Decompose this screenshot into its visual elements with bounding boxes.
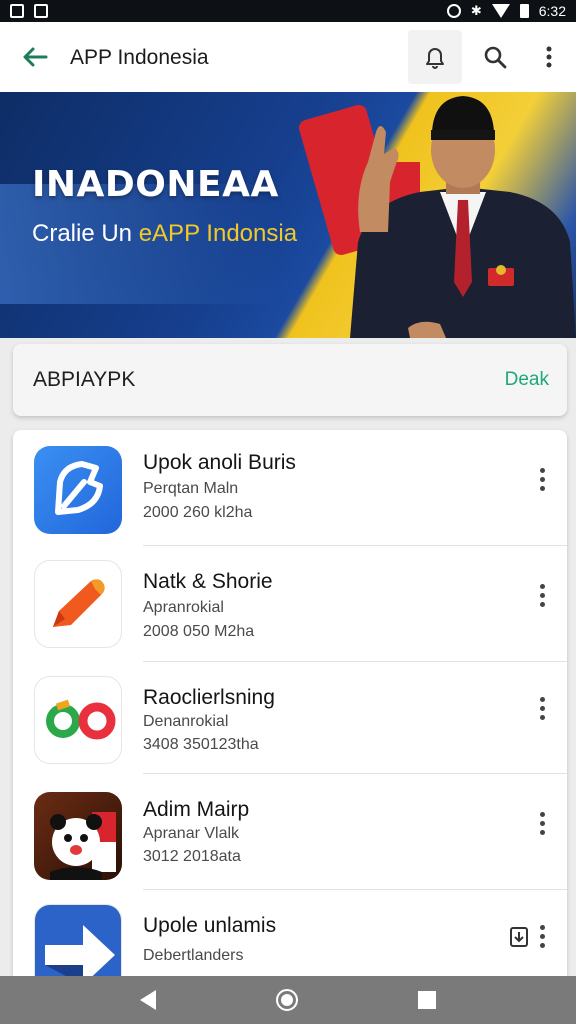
app-developer: Denanrokial	[143, 713, 229, 730]
more-vert-icon	[539, 811, 545, 817]
app-name: Adim Mairp	[143, 798, 250, 821]
more-vert-icon	[539, 583, 545, 589]
list-item[interactable]: Upole unlamis Debertlanders	[13, 890, 567, 990]
banner-subtitle-prefix: Cralie Un	[32, 220, 139, 247]
app-developer: Perqtan Maln	[143, 480, 239, 497]
app-list: Upok anoli Buris Perqtan Maln 2000 260 k…	[13, 430, 567, 990]
item-more-button[interactable]	[531, 688, 553, 728]
search-action-button[interactable]: Deak	[505, 369, 549, 391]
nav-back-icon[interactable]	[140, 990, 156, 1010]
rings-logo-icon	[46, 699, 116, 740]
nav-recents-icon[interactable]	[418, 991, 436, 1009]
app-icon-rings	[34, 676, 122, 764]
nav-home-icon[interactable]	[276, 989, 298, 1011]
more-vert-icon	[539, 924, 545, 930]
notifications-button[interactable]	[408, 30, 462, 84]
more-vert-icon	[539, 696, 545, 702]
page-title: APP Indonesia	[70, 46, 209, 69]
arrow-left-icon	[23, 47, 48, 67]
banner-subtitle: Cralie Un eAPP Indonsia	[32, 220, 297, 248]
list-item[interactable]: Upok anoli Buris Perqtan Maln 2000 260 k…	[13, 430, 567, 546]
banner-subtitle-suffix: Indonsia	[199, 220, 298, 247]
item-more-button[interactable]	[531, 575, 553, 615]
item-more-button[interactable]	[531, 803, 553, 843]
promo-banner[interactable]: INADONEAA Cralie Un eAPP Indonsia	[0, 92, 576, 338]
pencil-icon	[53, 579, 105, 627]
search-button[interactable]	[468, 30, 522, 84]
alarm-icon	[446, 4, 461, 18]
app-name: Upok anoli Buris	[143, 451, 296, 474]
search-bar[interactable]: ABPIAYPK Deak	[13, 344, 567, 416]
app-bar: APP Indonesia	[0, 22, 576, 92]
list-item[interactable]: Natk & Shorie Apranrokial 2008 050 M2ha	[13, 546, 567, 662]
app-name: Natk & Shorie	[143, 570, 273, 593]
presenter-image	[350, 96, 576, 338]
bear-mascot-icon	[50, 812, 116, 880]
item-more-button[interactable]	[531, 916, 553, 956]
back-button[interactable]	[0, 22, 70, 92]
app-developer: Apranar Vlalk	[143, 825, 240, 842]
wifi-icon	[491, 4, 510, 18]
status-time: 6:32	[538, 3, 566, 19]
app-icon-pencil	[34, 560, 122, 648]
app-meta: 3408 350123tha	[143, 736, 259, 753]
app-meta: 3012 2018ata	[143, 848, 241, 865]
app-name: Upole unlamis	[143, 914, 277, 937]
app-icon-blue	[34, 446, 122, 534]
item-more-button[interactable]	[531, 459, 553, 499]
list-item[interactable]: Adim Mairp Apranar Vlalk 3012 2018ata	[13, 774, 567, 890]
status-bar: ✱ 6:32	[0, 0, 576, 22]
install-icon[interactable]	[509, 924, 531, 948]
app-name: Raoclierlsning	[143, 686, 275, 709]
chat-leaf-icon	[55, 461, 103, 515]
more-vert-icon	[546, 46, 552, 68]
app-developer: Debertlanders	[143, 947, 244, 964]
overflow-menu-button[interactable]	[522, 30, 576, 84]
list-item[interactable]: Raoclierlsning Denanrokial 3408 350123th…	[13, 662, 567, 774]
app-developer: Apranrokial	[143, 599, 224, 616]
notification-icon	[10, 4, 24, 18]
banner-subtitle-highlight: eAPP	[138, 220, 200, 247]
banner-headline: INADONEAA	[32, 164, 279, 205]
app-notification-icon	[34, 4, 48, 18]
battery-icon	[519, 4, 529, 18]
more-vert-icon	[539, 467, 545, 473]
app-icon-bear	[34, 792, 122, 880]
system-nav-bar	[0, 976, 576, 1024]
search-query-text[interactable]: ABPIAYPK	[33, 368, 135, 392]
app-meta: 2000 260 kl2ha	[143, 504, 253, 521]
bluetooth-icon: ✱	[470, 3, 482, 18]
bell-icon	[426, 48, 444, 69]
app-meta: 2008 050 M2ha	[143, 623, 255, 640]
search-icon	[484, 46, 507, 69]
